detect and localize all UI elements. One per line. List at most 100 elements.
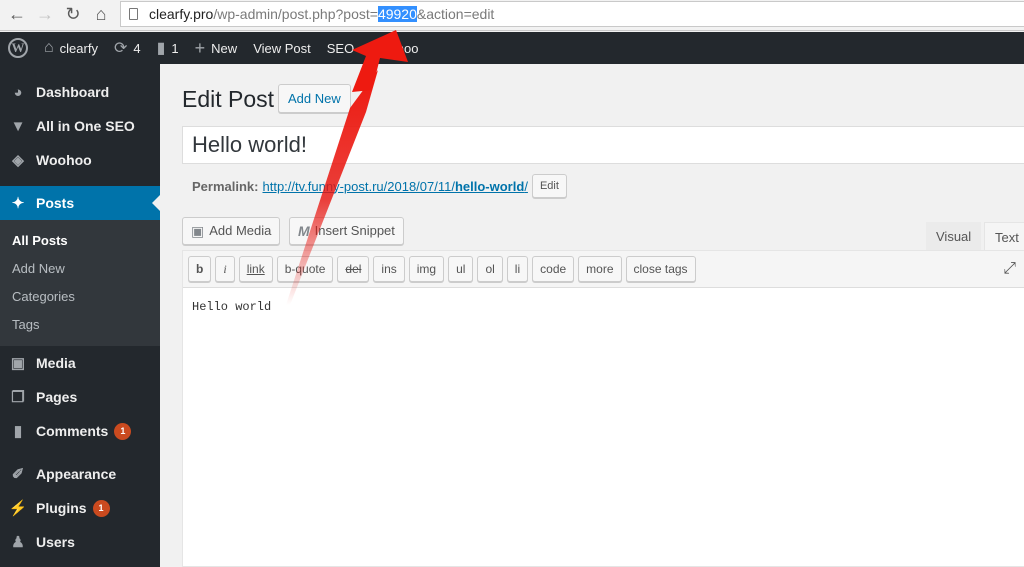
sidebar-item-label: Users bbox=[36, 534, 75, 550]
submenu-categories[interactable]: Categories bbox=[0, 283, 160, 311]
woohoo-menu[interactable]: Woohoo bbox=[362, 32, 426, 64]
site-name-menu[interactable]: ⌂ clearfy bbox=[36, 32, 106, 64]
diamond-icon: ◈ bbox=[12, 152, 24, 169]
insert-snippet-button[interactable]: M Insert Snippet bbox=[289, 217, 404, 245]
wordpress-icon: W bbox=[8, 38, 28, 58]
url-host: clearfy.pro bbox=[149, 6, 214, 22]
sidebar-item-comments[interactable]: ▮ Comments 1 bbox=[0, 414, 160, 448]
comment-icon: ▮ bbox=[156, 40, 166, 57]
sidebar-item-woohoo[interactable]: ◈ Woohoo bbox=[0, 143, 160, 177]
url-selected-post-id: 49920 bbox=[377, 6, 417, 22]
qt-li-button[interactable]: li bbox=[506, 256, 529, 282]
permalink-link[interactable]: http://tv.funny-post.ru/2018/07/11/hello… bbox=[262, 179, 527, 194]
sidebar-item-label: Media bbox=[36, 355, 76, 371]
browser-toolbar: ← → ↻ ⌂ clearfy.pro/wp-admin/post.php?po… bbox=[0, 0, 1024, 31]
qt-ul-button[interactable]: ul bbox=[448, 256, 474, 282]
shield-icon: ▼ bbox=[10, 117, 26, 135]
submenu-all-posts[interactable]: All Posts bbox=[0, 227, 160, 255]
qt-ol-button[interactable]: ol bbox=[477, 256, 503, 282]
permalink-edit-button[interactable]: Edit bbox=[531, 174, 567, 198]
sidebar-item-label: Comments bbox=[36, 423, 109, 439]
sidebar-item-users[interactable]: ♟ Users bbox=[0, 525, 160, 559]
url-path: /wp-admin/post.php?post= bbox=[213, 6, 378, 22]
permalink-slug: hello-world bbox=[454, 178, 525, 194]
updates-count: 4 bbox=[133, 40, 141, 56]
sidebar-item-plugins[interactable]: ⚡ Plugins 1 bbox=[0, 491, 160, 525]
qt-code-button[interactable]: code bbox=[532, 256, 575, 282]
permalink-suffix: / bbox=[524, 178, 528, 194]
main-content: Edit Post Add New Hello world! Permalink… bbox=[160, 64, 1024, 567]
sidebar-item-label: Dashboard bbox=[36, 84, 110, 100]
wp-logo-menu[interactable]: W bbox=[0, 32, 36, 64]
forward-button[interactable]: → bbox=[34, 3, 56, 25]
qt-del-button[interactable]: del bbox=[337, 256, 370, 282]
tab-visual[interactable]: Visual bbox=[926, 222, 982, 251]
site-name: clearfy bbox=[59, 40, 98, 56]
posts-submenu: All Posts Add New Categories Tags bbox=[0, 220, 160, 346]
comments-count: 1 bbox=[171, 40, 179, 56]
qt-img-button[interactable]: img bbox=[408, 256, 445, 282]
snippet-icon: M bbox=[298, 223, 310, 239]
qt-link-button[interactable]: link bbox=[238, 256, 273, 282]
user-icon: ♟ bbox=[11, 534, 25, 551]
fullscreen-icon[interactable]: ⤢ bbox=[1003, 260, 1016, 278]
view-post-link[interactable]: View Post bbox=[245, 32, 319, 64]
plugins-badge: 1 bbox=[92, 499, 110, 517]
sidebar-item-label: All in One SEO bbox=[36, 118, 135, 134]
tab-text[interactable]: Text bbox=[984, 222, 1024, 252]
sidebar-item-pages[interactable]: ❐ Pages bbox=[0, 380, 160, 414]
submenu-add-new[interactable]: Add New bbox=[0, 255, 160, 283]
address-bar[interactable]: clearfy.pro/wp-admin/post.php?post=49920… bbox=[120, 1, 1024, 27]
permalink-prefix: http://tv.funny-post.ru/2018/07/11/ bbox=[262, 178, 455, 194]
plug-icon: ⚡ bbox=[8, 500, 28, 517]
sidebar-item-posts[interactable]: ✦ Posts bbox=[0, 186, 160, 220]
new-content-menu[interactable]: + New bbox=[187, 32, 246, 64]
home-button[interactable]: ⌂ bbox=[90, 3, 112, 25]
seo-menu[interactable]: SEO bbox=[319, 32, 362, 64]
page-icon bbox=[129, 8, 138, 20]
add-media-label: Add Media bbox=[209, 223, 272, 238]
media-icon: ▣ bbox=[191, 223, 205, 239]
plus-icon: + bbox=[194, 37, 206, 58]
comment-icon: ▮ bbox=[13, 423, 23, 440]
pages-icon: ❐ bbox=[11, 389, 25, 406]
reload-button[interactable]: ↻ bbox=[62, 3, 84, 25]
permalink-row: Permalink: http://tv.funny-post.ru/2018/… bbox=[192, 174, 567, 198]
sidebar-item-appearance[interactable]: ✐ Appearance bbox=[0, 457, 160, 491]
qt-ins-button[interactable]: ins bbox=[373, 256, 405, 282]
qt-blockquote-button[interactable]: b-quote bbox=[276, 256, 334, 282]
sidebar-item-dashboard[interactable]: ◕ Dashboard bbox=[0, 75, 160, 109]
post-title-input[interactable]: Hello world! bbox=[182, 126, 1024, 164]
quicktags-toolbar: b i link b-quote del ins img ul ol li co… bbox=[183, 251, 1024, 288]
add-media-button[interactable]: ▣ Add Media bbox=[182, 217, 281, 245]
insert-snippet-label: Insert Snippet bbox=[314, 223, 395, 238]
page-title: Edit Post bbox=[182, 86, 275, 112]
permalink-label: Permalink: bbox=[192, 178, 259, 194]
sidebar-item-label: Woohoo bbox=[36, 152, 92, 168]
comments-menu[interactable]: ▮ 1 bbox=[149, 32, 187, 64]
qt-bold-button[interactable]: b bbox=[188, 256, 212, 282]
media-icon: ▣ bbox=[10, 355, 26, 372]
qt-more-button[interactable]: more bbox=[578, 256, 622, 282]
qt-close-tags-button[interactable]: close tags bbox=[625, 256, 696, 282]
back-button[interactable]: ← bbox=[6, 3, 28, 25]
comments-badge: 1 bbox=[114, 422, 132, 440]
editor: b i link b-quote del ins img ul ol li co… bbox=[182, 250, 1024, 567]
submenu-tags[interactable]: Tags bbox=[0, 311, 160, 339]
wp-admin-bar: W ⌂ clearfy ⟳ 4 ▮ 1 + New View Post SEO Wooh… bbox=[0, 32, 1024, 64]
admin-sidebar: ◕ Dashboard ▼ All in One SEO ◈ Woohoo ✦ Post… bbox=[0, 64, 160, 567]
updates-menu[interactable]: ⟳ 4 bbox=[106, 32, 149, 64]
paintbrush-icon: ✐ bbox=[11, 466, 25, 483]
sidebar-item-all-in-one-seo[interactable]: ▼ All in One SEO bbox=[0, 109, 160, 143]
sidebar-item-label: Appearance bbox=[36, 466, 117, 482]
sidebar-item-label: Posts bbox=[36, 195, 75, 211]
dashboard-icon: ◕ bbox=[13, 83, 23, 101]
sidebar-item-media[interactable]: ▣ Media bbox=[0, 346, 160, 380]
qt-italic-button[interactable]: i bbox=[215, 256, 235, 282]
new-label: New bbox=[211, 40, 238, 56]
url-rest: &action=edit bbox=[416, 6, 495, 22]
add-new-button[interactable]: Add New bbox=[278, 84, 351, 113]
pin-icon: ✦ bbox=[11, 195, 25, 212]
editor-textarea[interactable]: Hello world bbox=[183, 288, 1024, 326]
updates-icon: ⟳ bbox=[113, 40, 128, 57]
